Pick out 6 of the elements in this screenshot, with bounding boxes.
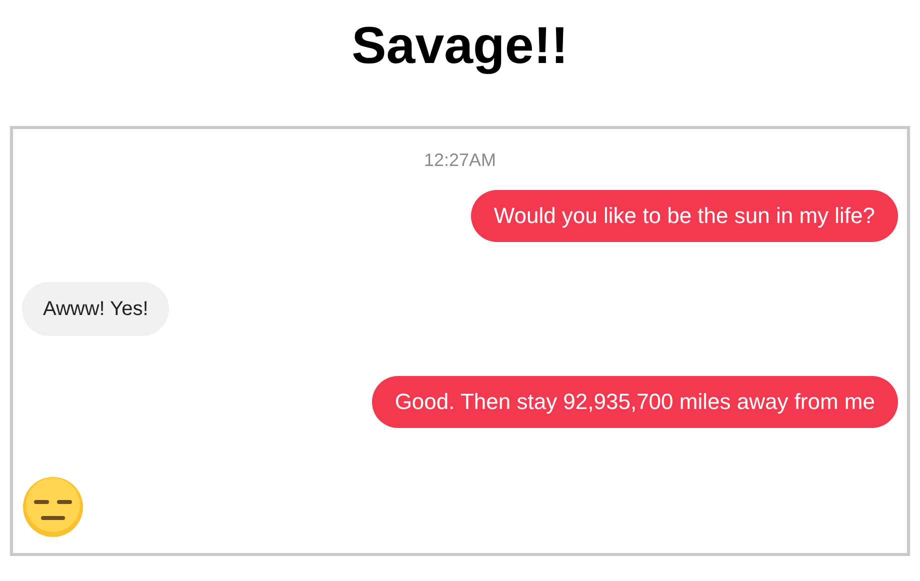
message-bubble: Would you like to be the sun in my life? <box>470 190 898 242</box>
expressionless-face-icon <box>22 476 84 538</box>
meme-title: Savage!! <box>352 16 568 77</box>
message-bubble: Good. Then stay 92,935,700 miles away from me <box>372 376 898 428</box>
timestamp: 12:27AM <box>424 149 496 172</box>
message-bubble: Awww! Yes! <box>22 282 170 336</box>
